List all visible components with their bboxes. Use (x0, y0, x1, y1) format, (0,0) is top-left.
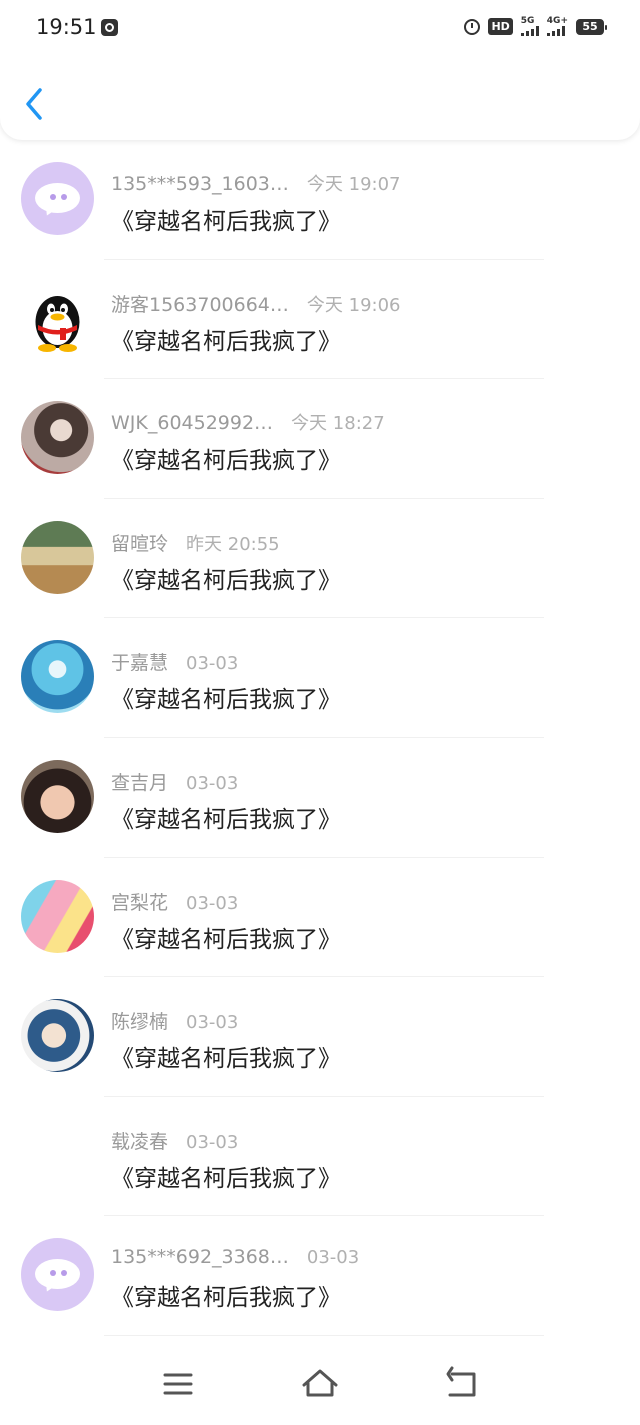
signal-4g-icon: 4G+ (546, 16, 568, 36)
message-time: 03-03 (186, 1012, 239, 1034)
sender-name: 载凌春 (111, 1130, 169, 1153)
menu-button[interactable] (148, 1359, 208, 1409)
status-indicators: HD 5G 4G+ 55 (464, 16, 607, 36)
return-icon (446, 1366, 476, 1397)
sender-name: 游客1563700664… (111, 293, 289, 316)
list-item[interactable]: WJK_60452992… 今天 18:27 《穿越名柯后我疯了》 (0, 379, 640, 499)
message-text: 《穿越名柯后我疯了》 (111, 1285, 341, 1312)
photo-avatar (21, 640, 94, 714)
photo-avatar (21, 999, 94, 1073)
message-list: 135***593_1603… 今天 19:07 《穿越名柯后我疯了》 游客15… (0, 140, 640, 1336)
message-time: 03-03 (306, 1247, 360, 1269)
message-text: 《穿越名柯后我疯了》 (111, 806, 341, 833)
home-button[interactable] (290, 1359, 350, 1409)
net-label-5g: 5G (520, 16, 535, 26)
signal-5g-icon: 5G (520, 16, 539, 36)
message-text: 《穿越名柯后我疯了》 (111, 687, 341, 714)
photo-avatar (21, 759, 94, 833)
sender-name: 于嘉慧 (111, 652, 169, 675)
notification-app-icon (101, 19, 118, 36)
message-time: 今天 19:06 (306, 294, 401, 316)
menu-icon (163, 1373, 193, 1395)
message-time: 03-03 (186, 1131, 239, 1153)
photo-avatar (21, 520, 94, 594)
list-item[interactable]: 135***692_3368… 03-03 《穿越名柯后我疯了》 (0, 1216, 640, 1336)
home-icon (302, 1369, 338, 1397)
list-item[interactable]: 于嘉慧 03-03 《穿越名柯后我疯了》 (0, 618, 640, 738)
message-text: 《穿越名柯后我疯了》 (111, 926, 341, 953)
message-time: 昨天 20:55 (186, 533, 280, 555)
system-nav-bar (0, 1347, 640, 1425)
message-time: 03-03 (186, 772, 239, 794)
message-text: 《穿越名柯后我疯了》 (111, 567, 341, 594)
list-item[interactable]: 陈缪楠 03-03 《穿越名柯后我疯了》 (0, 977, 640, 1097)
back-chevron-icon (26, 88, 42, 120)
return-button[interactable] (432, 1359, 492, 1409)
photo-avatar (21, 879, 94, 953)
message-text: 《穿越名柯后我疯了》 (111, 1046, 341, 1073)
empty-avatar (21, 1119, 94, 1192)
back-button[interactable] (18, 82, 52, 126)
status-time: 19:51 (36, 15, 97, 39)
message-text: 《穿越名柯后我疯了》 (111, 448, 341, 475)
top-header: 19:51 HD 5G 4G+ 55 (0, 0, 640, 140)
divider (104, 1334, 544, 1336)
net-label-4g: 4G+ (546, 16, 568, 26)
message-text: 《穿越名柯后我疯了》 (111, 209, 341, 235)
sender-name: 留暄玲 (111, 532, 169, 555)
message-time: 今天 19:07 (306, 174, 401, 195)
hd-icon: HD (488, 18, 513, 35)
message-time: 03-03 (186, 892, 239, 914)
sender-name: 宫梨花 (111, 891, 169, 914)
list-item[interactable]: 宫梨花 03-03 《穿越名柯后我疯了》 (0, 858, 640, 978)
list-item[interactable]: 135***593_1603… 今天 19:07 《穿越名柯后我疯了》 (0, 140, 640, 260)
list-item[interactable]: 查吉月 03-03 《穿越名柯后我疯了》 (0, 738, 640, 858)
message-time: 今天 18:27 (291, 413, 385, 435)
chat-bubble-icon (21, 1238, 94, 1312)
sender-name: 135***593_1603… (111, 173, 289, 195)
sender-name: WJK_60452992… (111, 412, 274, 435)
message-text: 《穿越名柯后我疯了》 (111, 328, 341, 355)
sender-name: 查吉月 (111, 771, 169, 794)
battery-icon: 55 (576, 18, 607, 35)
chat-bubble-icon (21, 162, 94, 235)
sender-name: 135***692_3368… (111, 1246, 289, 1269)
list-item[interactable]: 留暄玲 昨天 20:55 《穿越名柯后我疯了》 (0, 499, 640, 619)
message-text: 《穿越名柯后我疯了》 (111, 1165, 341, 1192)
list-item[interactable]: 游客1563700664… 今天 19:06 《穿越名柯后我疯了》 (0, 260, 640, 380)
list-item[interactable]: 载凌春 03-03 《穿越名柯后我疯了》 (0, 1097, 640, 1217)
message-time: 03-03 (186, 653, 239, 675)
photo-avatar (21, 401, 94, 475)
status-bar: 19:51 HD 5G 4G+ 55 (0, 0, 640, 56)
sender-name: 陈缪楠 (111, 1011, 169, 1034)
alarm-icon (464, 18, 481, 35)
qq-penguin-icon (21, 282, 94, 355)
